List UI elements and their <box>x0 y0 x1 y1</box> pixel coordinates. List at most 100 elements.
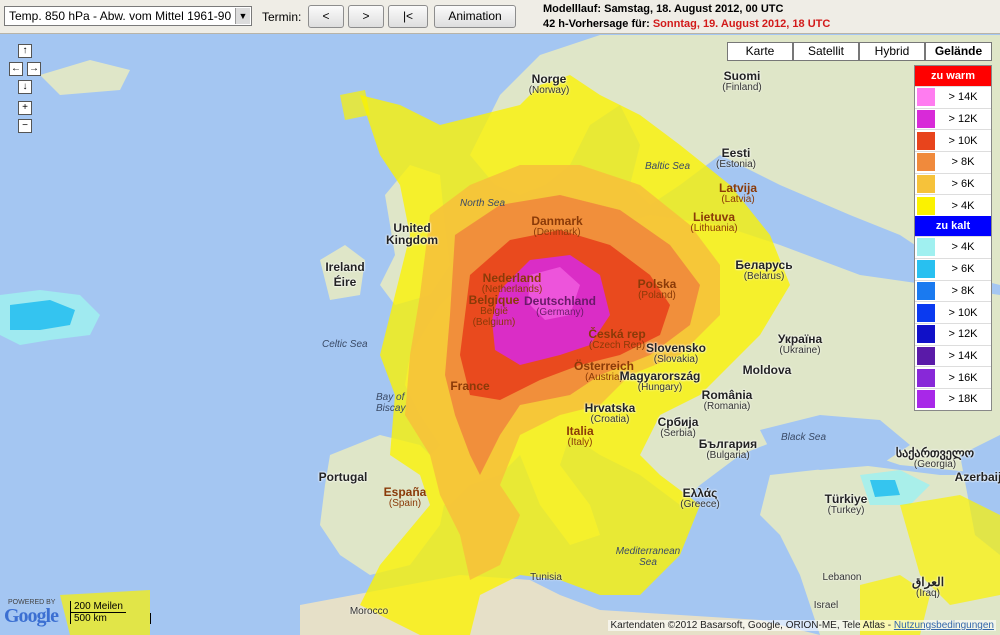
legend-cold-swatch <box>917 325 935 344</box>
legend-warm-swatch <box>917 88 935 107</box>
legend-warm-swatch <box>917 153 935 172</box>
termin-label: Termin: <box>262 10 302 24</box>
label-baltic-sea: Baltic Sea <box>645 161 691 172</box>
legend-cold-row: > 10K <box>915 301 991 323</box>
legend-warm-label: > 14K <box>948 91 978 104</box>
toolbar: Temp. 850 hPa - Abw. vom Mittel 1961-90 … <box>0 0 1000 34</box>
map-graphics <box>0 35 1000 635</box>
label-ceska-rep: Česká rep (Czech Rep) <box>588 327 646 351</box>
legend-cold-row: > 6K <box>915 257 991 280</box>
label-hrvatska: Hrvatska (Croatia) <box>584 401 636 425</box>
pan-right-button[interactable]: → <box>27 62 41 76</box>
maptype-karte[interactable]: Karte <box>727 42 793 61</box>
forecast-prefix: 42 h-Vorhersage für: <box>543 18 650 30</box>
legend-warm-swatch <box>917 110 935 129</box>
legend-cold-swatch <box>917 281 935 300</box>
parameter-select-value: Temp. 850 hPa - Abw. vom Mittel 1961-90 <box>9 9 232 23</box>
next-button[interactable]: > <box>348 5 384 28</box>
label-portugal: Portugal <box>318 470 368 484</box>
label-celtic-sea: Celtic Sea <box>322 339 368 350</box>
label-azerbaijan: Azerbaij <box>954 470 1000 484</box>
legend-cold-swatch <box>917 260 935 279</box>
model-run-info: Modelllauf: Samstag, 18. August 2012, 00… <box>543 3 784 15</box>
legend-warm-swatch <box>917 196 935 215</box>
label-eire: Éire <box>333 275 357 289</box>
legend-cold-swatch <box>917 368 935 387</box>
legend-cold-row: > 16K <box>915 366 991 388</box>
legend-cold-title: zu kalt <box>915 216 991 237</box>
legend-cold-swatch <box>917 390 935 409</box>
legend-cold-label: > 10K <box>948 306 978 319</box>
legend-warm-label: > 12K <box>948 113 978 126</box>
maptype-gelande[interactable]: Gelände <box>925 42 992 61</box>
attribution-text: Kartendaten ©2012 Basarsoft, Google, ORI… <box>610 620 892 631</box>
legend-cold-label: > 16K <box>948 371 978 384</box>
legend-cold-rows: > 4K > 6K > 8K > 10K > 12K > 14K > 16K > 18K <box>915 236 991 410</box>
legend-warm-row: > 14K <box>915 86 991 108</box>
label-latvija: Latvija (Latvia) <box>718 181 758 205</box>
google-logo[interactable]: Google <box>4 605 59 628</box>
label-ireland: Ireland <box>325 260 365 274</box>
label-deutschland: Deutschland (Germany) <box>523 294 597 318</box>
legend-cold-row: > 18K <box>915 387 991 410</box>
chevron-down-icon[interactable]: ▼ <box>235 8 250 24</box>
terms-link[interactable]: Nutzungsbedingungen <box>894 620 994 631</box>
label-belgium: (Belgium) <box>472 317 516 328</box>
label-black-sea: Black Sea <box>781 432 827 443</box>
label-romania: România (Romania) <box>701 388 753 412</box>
legend-warm-row: > 10K <box>915 129 991 151</box>
pan-down-button[interactable]: ↓ <box>18 80 32 94</box>
legend-warm-swatch <box>917 175 935 194</box>
legend-warm-title: zu warm <box>915 66 991 86</box>
pan-up-button[interactable]: ↑ <box>18 44 32 58</box>
legend-cold-label: > 12K <box>948 328 978 341</box>
legend-warm-label: > 8K <box>951 156 975 169</box>
label-ukraine: Україна (Ukraine) <box>777 332 823 356</box>
legend-warm-rows: > 14K > 12K > 10K > 8K > 6K > 4K <box>915 86 991 216</box>
label-espana: España (Spain) <box>383 485 427 509</box>
scale-bottom: 500 km <box>70 613 151 624</box>
label-danmark: Danmark (Denmark) <box>531 214 583 238</box>
label-morocco: Morocco <box>349 606 389 617</box>
zoom-out-button[interactable]: − <box>18 119 32 133</box>
label-ellas: Ελλάς (Greece) <box>680 486 720 510</box>
legend-warm-row: > 8K <box>915 151 991 173</box>
attribution: Kartendaten ©2012 Basarsoft, Google, ORI… <box>608 620 996 631</box>
maptype-hybrid[interactable]: Hybrid <box>859 42 925 61</box>
label-slovensko: Slovensko (Slovakia) <box>645 341 707 365</box>
legend-cold-label: > 18K <box>948 393 978 406</box>
label-lietuva: Lietuva (Lithuania) <box>690 210 738 234</box>
legend-warm-label: > 10K <box>948 134 978 147</box>
label-tunisia: Tunisia <box>530 572 562 583</box>
zoom-in-button[interactable]: + <box>18 101 32 115</box>
label-moldova: Moldova <box>742 363 792 377</box>
label-belgique: Belgique België <box>468 293 520 317</box>
map-scale: 200 Meilen 500 km <box>70 601 151 624</box>
legend-warm-label: > 6K <box>951 178 975 191</box>
label-suomi: Suomi (Finland) <box>722 69 762 93</box>
legend-cold-swatch <box>917 303 935 322</box>
animation-button[interactable]: Animation <box>434 5 516 28</box>
legend-cold-label: > 6K <box>951 263 975 276</box>
scale-top: 200 Meilen <box>70 601 126 613</box>
pan-left-button[interactable]: ← <box>9 62 23 76</box>
legend-cold-label: > 8K <box>951 284 975 297</box>
map-canvas[interactable]: Norge (Norway) Suomi (Finland) Eesti (Eston… <box>0 35 1000 635</box>
label-united-kingdom: United Kingdom <box>386 221 438 247</box>
label-israel: Israel <box>813 600 839 611</box>
legend-cold-row: > 12K <box>915 322 991 345</box>
label-turkiye: Türkiye (Turkey) <box>824 492 868 516</box>
legend-cold-label: > 14K <box>948 349 978 362</box>
legend-warm-label: > 4K <box>951 199 975 212</box>
label-norge: Norge (Norway) <box>528 72 570 96</box>
legend: zu warm > 14K > 12K > 10K > 8K > 6K > 4K zu k… <box>914 65 992 411</box>
label-iraq: العراق (Iraq) <box>911 575 945 599</box>
label-north-sea: North Sea <box>460 198 506 209</box>
first-button[interactable]: |< <box>388 5 428 28</box>
forecast-date: Sonntag, 19. August 2012, 18 UTC <box>652 18 831 30</box>
prev-button[interactable]: < <box>308 5 344 28</box>
legend-cold-row: > 4K <box>915 236 991 258</box>
legend-warm-row: > 12K <box>915 107 991 130</box>
parameter-select[interactable]: Temp. 850 hPa - Abw. vom Mittel 1961-90 … <box>4 6 252 26</box>
maptype-satellit[interactable]: Satellit <box>793 42 859 61</box>
